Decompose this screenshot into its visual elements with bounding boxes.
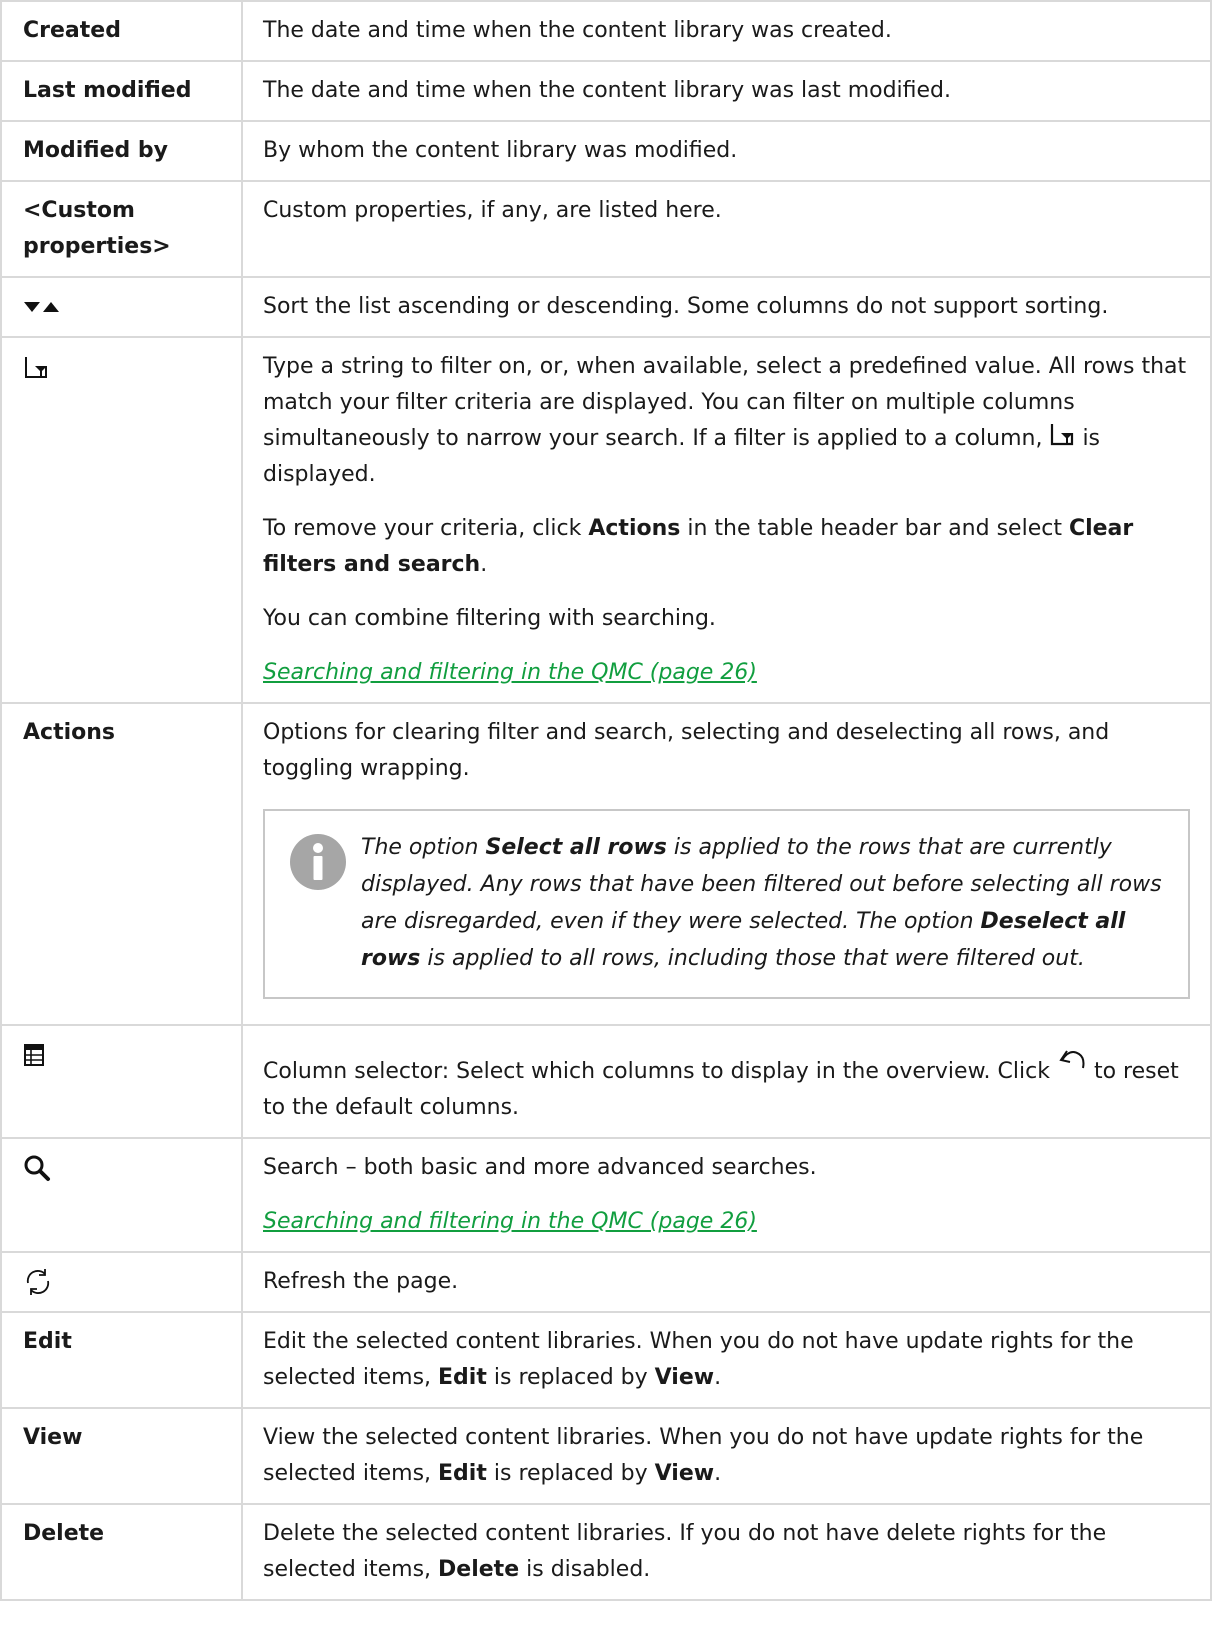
- description-cell: Sort the list ascending or descending. S…: [241, 276, 1212, 338]
- search-icon: [24, 1155, 50, 1181]
- term-cell: Modified by: [0, 120, 243, 182]
- info-icon: [290, 834, 346, 890]
- table-row: Delete Delete the selected content libra…: [0, 1503, 1212, 1601]
- term-cell: [0, 1024, 243, 1139]
- reset-arrow-icon: [1059, 1050, 1085, 1069]
- refresh-icon: [26, 1269, 50, 1295]
- term-cell: Edit: [0, 1311, 243, 1409]
- filter-icon: [25, 357, 47, 378]
- table-row: Search – both basic and more advanced se…: [0, 1137, 1212, 1253]
- description-cell: By whom the content library was modified…: [241, 120, 1212, 182]
- description-cell: The date and time when the content libra…: [241, 0, 1212, 62]
- cross-reference-link[interactable]: Searching and filtering in the QMC (page…: [263, 1209, 757, 1234]
- properties-table: Created The date and time when the conte…: [0, 0, 1212, 1601]
- filter-paragraph: Type a string to filter on, or, when ava…: [263, 354, 1187, 487]
- table-row: Last modified The date and time when the…: [0, 60, 1212, 122]
- term-cell: View: [0, 1407, 243, 1505]
- filter-icon: [1051, 424, 1074, 446]
- table-row: Actions Options for clearing filter and …: [0, 702, 1212, 1026]
- link-paragraph: Searching and filtering in the QMC (page…: [263, 655, 1190, 691]
- description-cell: Search – both basic and more advanced se…: [241, 1137, 1212, 1253]
- note-box: The option Select all rows is applied to…: [263, 809, 1190, 999]
- term-cell: Delete: [0, 1503, 243, 1601]
- table-row: Modified by By whom the content library …: [0, 120, 1212, 182]
- description-cell: The date and time when the content libra…: [241, 60, 1212, 122]
- term-cell: [0, 1251, 243, 1313]
- table-row: Column selector: Select which columns to…: [0, 1024, 1212, 1139]
- table-row: Created The date and time when the conte…: [0, 0, 1212, 62]
- note-text: The option Select all rows is applied to…: [361, 835, 1162, 971]
- table-row: Type a string to filter on, or, when ava…: [0, 336, 1212, 704]
- cross-reference-link[interactable]: Searching and filtering in the QMC (page…: [263, 660, 757, 685]
- sort-arrows-icon: [24, 302, 59, 312]
- term-cell: [0, 336, 243, 704]
- description-cell: Options for clearing filter and search, …: [241, 702, 1212, 1026]
- term-cell: <Custom properties>: [0, 180, 243, 278]
- description-cell: Delete the selected content libraries. I…: [241, 1503, 1212, 1601]
- combine-paragraph: You can combine filtering with searching…: [263, 606, 716, 631]
- description-cell: Edit the selected content libraries. Whe…: [241, 1311, 1212, 1409]
- description-cell: Custom properties, if any, are listed he…: [241, 180, 1212, 278]
- table-row: View View the selected content libraries…: [0, 1407, 1212, 1505]
- column-selector-icon: [24, 1044, 44, 1066]
- table-row: Edit Edit the selected content libraries…: [0, 1311, 1212, 1409]
- term-cell: Created: [0, 0, 243, 62]
- description-cell: Refresh the page.: [241, 1251, 1212, 1313]
- description-cell: View the selected content libraries. Whe…: [241, 1407, 1212, 1505]
- table-row: Sort the list ascending or descending. S…: [0, 276, 1212, 338]
- description-cell: Type a string to filter on, or, when ava…: [241, 336, 1212, 704]
- term-cell: Last modified: [0, 60, 243, 122]
- term-cell: [0, 276, 243, 338]
- table-row: <Custom properties> Custom properties, i…: [0, 180, 1212, 278]
- description-cell: Column selector: Select which columns to…: [241, 1024, 1212, 1139]
- table-row: Refresh the page.: [0, 1251, 1212, 1313]
- term-cell: Actions: [0, 702, 243, 1026]
- clear-criteria-paragraph: To remove your criteria, click Actions i…: [263, 516, 1134, 577]
- term-cell: [0, 1137, 243, 1253]
